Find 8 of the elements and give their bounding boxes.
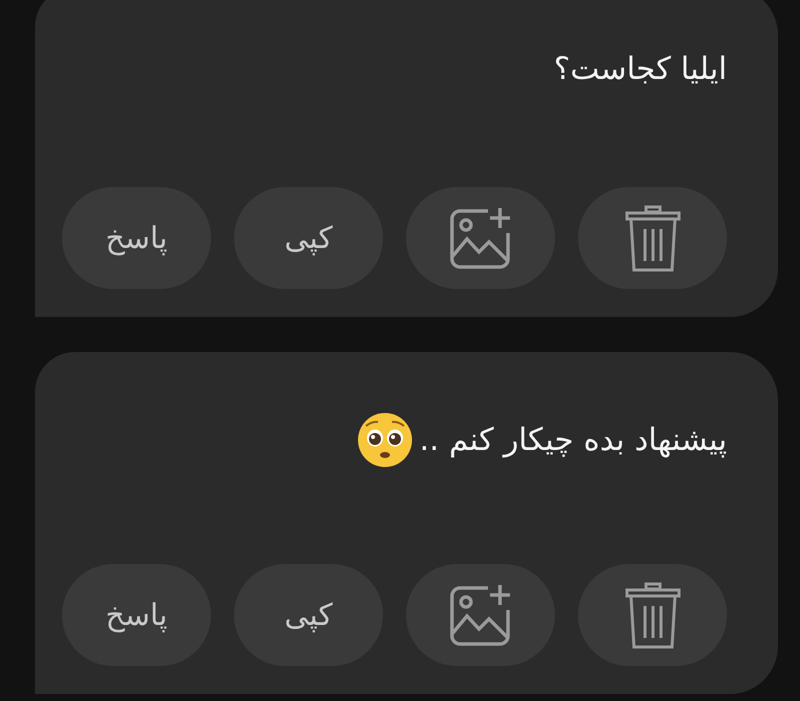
action-button[interactable]: کپی [234, 564, 383, 666]
action-button[interactable]: پاسخ [62, 187, 211, 289]
action-button[interactable]: کپی [234, 187, 383, 289]
trash-icon [624, 203, 682, 273]
message-text: ایلیا کجاست؟ [554, 50, 727, 89]
trash-icon [624, 580, 682, 650]
action-button[interactable]: پاسخ [62, 564, 211, 666]
message-text: پیشنهاد بده چیکار کنم .. [419, 421, 727, 460]
